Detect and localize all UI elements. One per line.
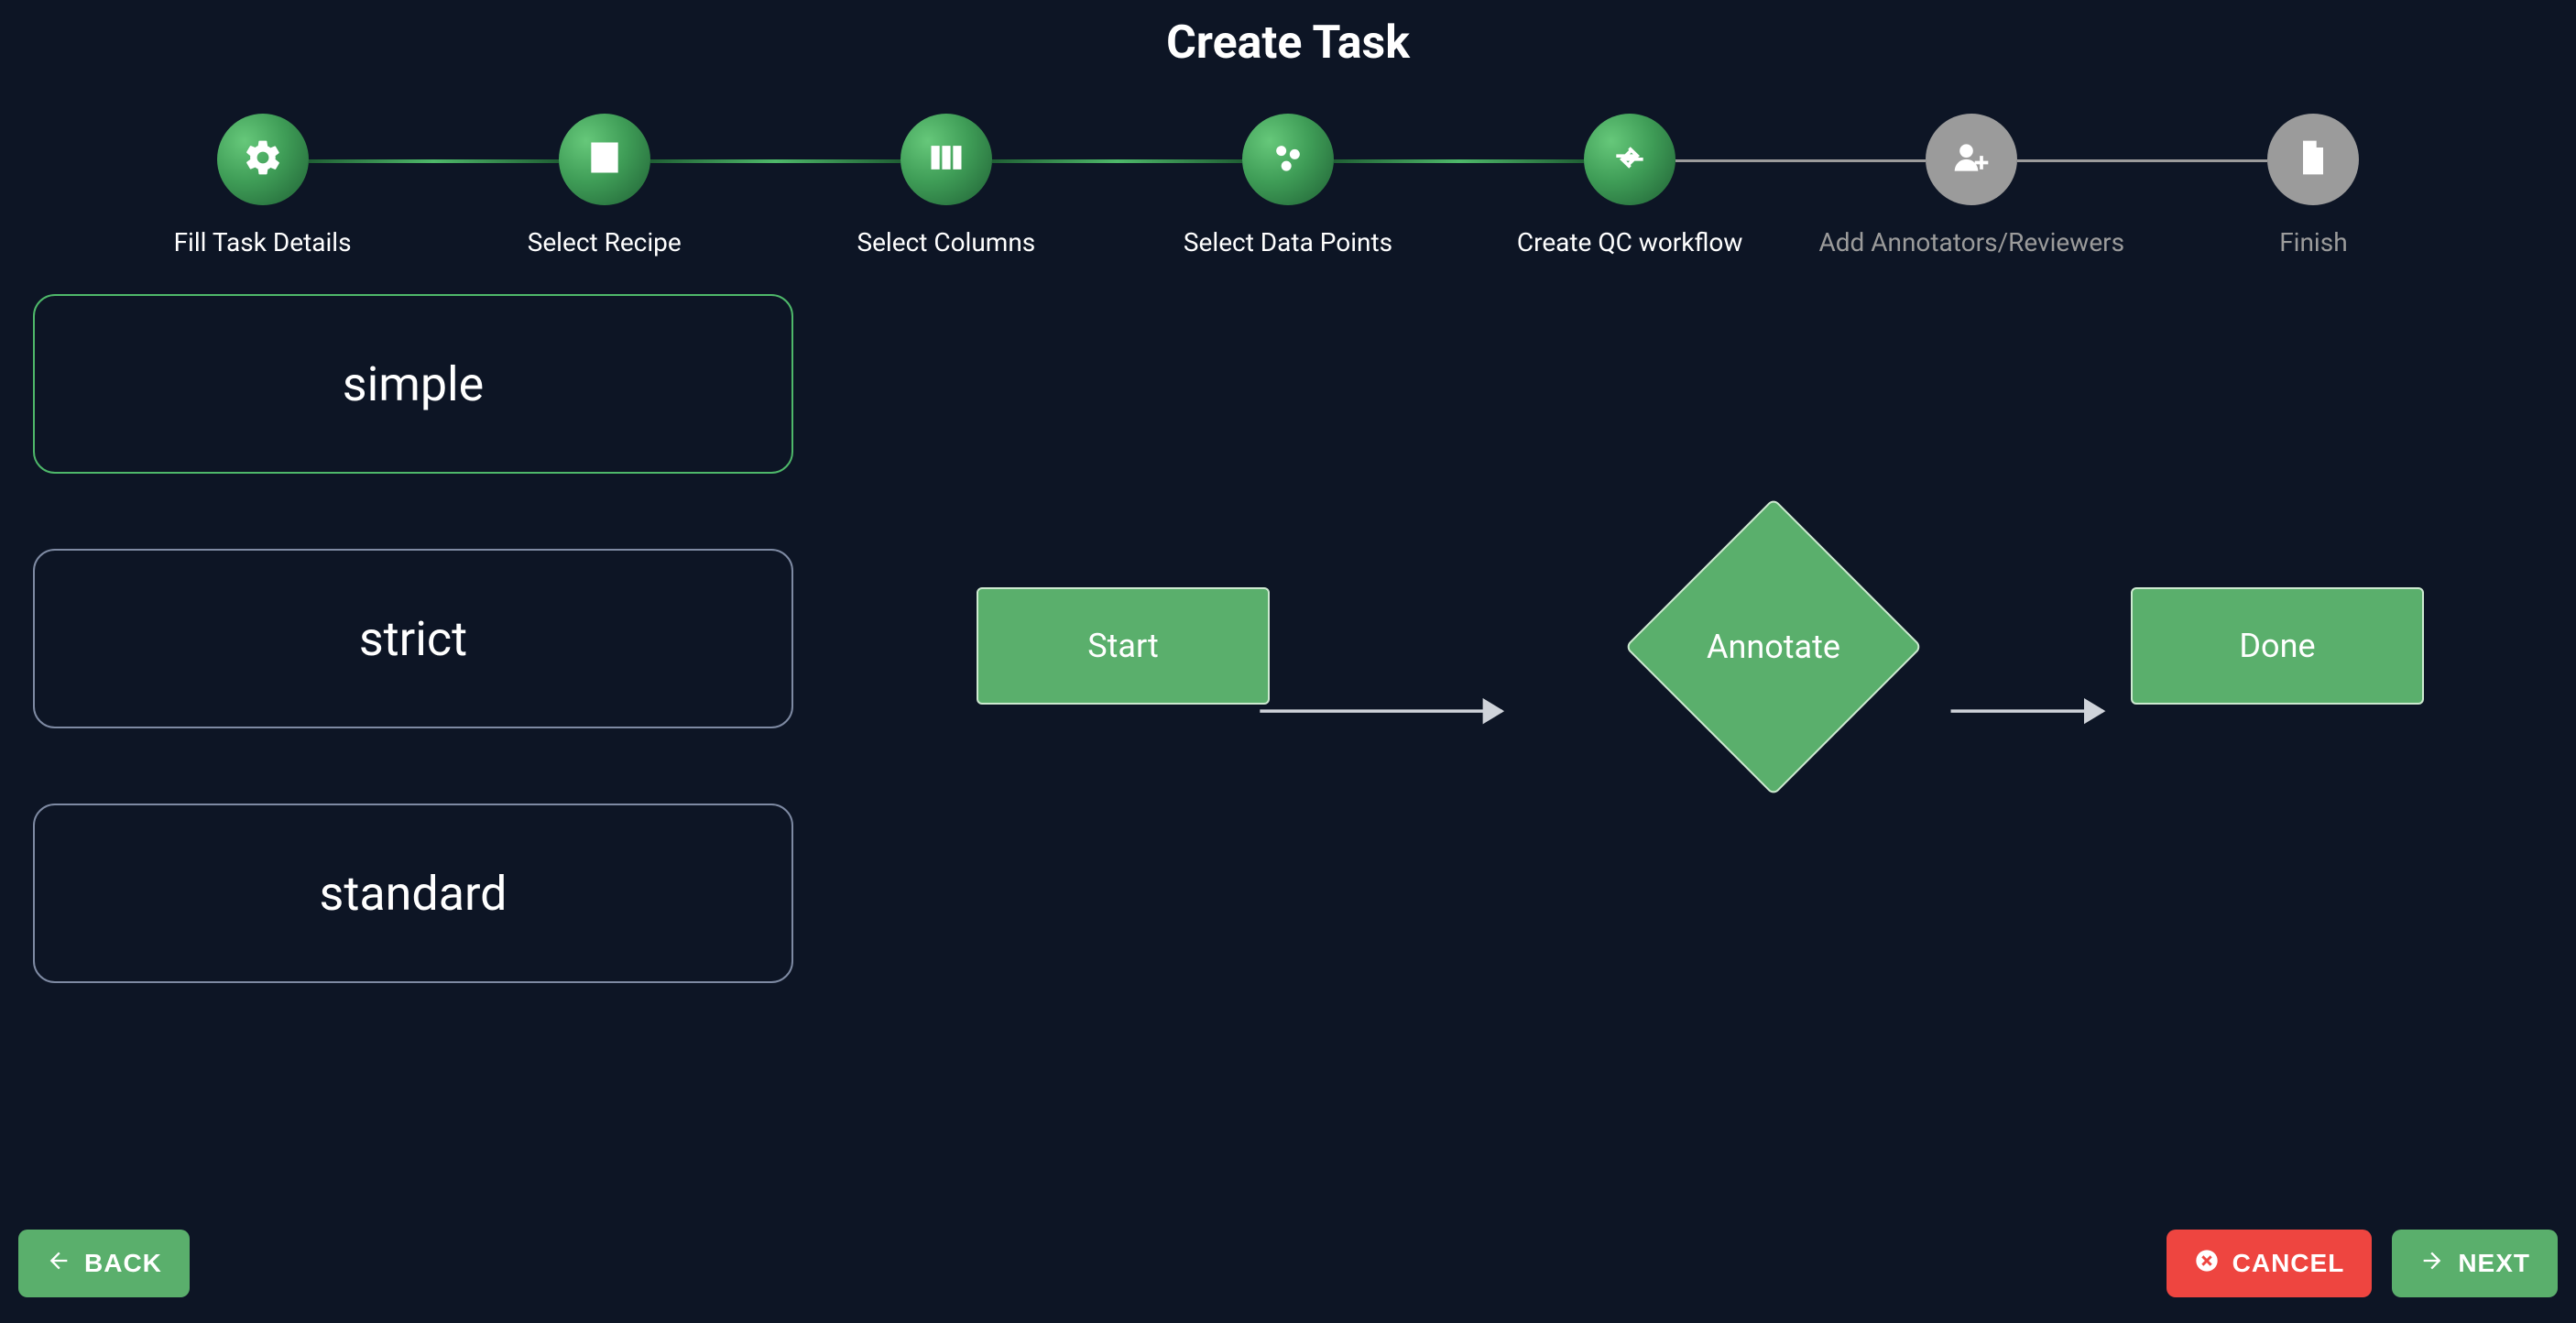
step-connector — [992, 159, 1242, 163]
step-label: Fill Task Details — [174, 227, 352, 257]
cancel-button[interactable]: CANCEL — [2167, 1230, 2373, 1297]
qc-options: simple strict standard — [33, 294, 793, 1269]
step-circle — [1242, 114, 1334, 205]
back-button-label: BACK — [84, 1249, 162, 1278]
step-circle — [559, 114, 650, 205]
workflow-preview: Start Annotate Done — [793, 294, 2543, 1269]
qc-option-standard[interactable]: standard — [33, 804, 793, 983]
step-connector — [1675, 159, 1926, 162]
step-finish[interactable]: Finish — [2143, 114, 2484, 257]
step-circle — [217, 114, 309, 205]
arrow-left-icon — [46, 1248, 71, 1280]
step-connector — [650, 159, 901, 163]
stepper: Fill Task Details Select Recipe Select C… — [0, 86, 2576, 294]
flow-node-label: Annotate — [1707, 628, 1840, 666]
scatter-icon — [1268, 137, 1308, 181]
step-circle — [1926, 114, 2017, 205]
flow-node-start[interactable]: Start — [977, 587, 1270, 705]
step-label: Add Annotators/Reviewers — [1818, 227, 2124, 257]
step-circle — [1584, 114, 1675, 205]
footer: BACK CANCEL NEXT — [0, 1230, 2576, 1297]
people-plus-icon — [1951, 137, 1992, 181]
step-add-annotators[interactable]: Add Annotators/Reviewers — [1801, 114, 2143, 257]
qc-option-simple[interactable]: simple — [33, 294, 793, 474]
flow-node-label: Start — [1087, 627, 1159, 665]
columns-icon — [926, 137, 966, 181]
next-button-label: NEXT — [2458, 1249, 2530, 1278]
document-icon — [2293, 137, 2333, 181]
arrow-right-icon — [2419, 1248, 2445, 1280]
list-icon — [584, 137, 625, 181]
step-fill-task-details[interactable]: Fill Task Details — [92, 114, 433, 257]
cancel-button-label: CANCEL — [2232, 1249, 2345, 1278]
flow-node-label: Done — [2239, 627, 2315, 665]
step-label: Select Data Points — [1184, 227, 1392, 257]
page: Create Task Fill Task Details Select Rec… — [0, 0, 2576, 1323]
gear-icon — [243, 137, 283, 181]
step-connector — [309, 159, 559, 163]
flow-edges — [793, 294, 2543, 1269]
step-label: Select Recipe — [528, 227, 682, 257]
qc-option-strict[interactable]: strict — [33, 549, 793, 728]
main-content: simple strict standard Start Annotate — [0, 294, 2576, 1269]
step-select-recipe[interactable]: Select Recipe — [433, 114, 775, 257]
step-connector — [1334, 159, 1584, 163]
cancel-icon — [2194, 1248, 2220, 1280]
step-label: Finish — [2279, 227, 2347, 257]
step-circle — [2267, 114, 2359, 205]
step-label: Create QC workflow — [1517, 227, 1743, 257]
page-title: Create Task — [0, 0, 2576, 86]
step-label: Select Columns — [857, 227, 1035, 257]
next-button[interactable]: NEXT — [2392, 1230, 2558, 1297]
step-circle — [901, 114, 992, 205]
arrows-icon — [1610, 137, 1650, 181]
step-select-columns[interactable]: Select Columns — [775, 114, 1117, 257]
step-connector — [2017, 159, 2267, 162]
flow-node-done[interactable]: Done — [2131, 587, 2424, 705]
step-select-data-points[interactable]: Select Data Points — [1117, 114, 1458, 257]
back-button[interactable]: BACK — [18, 1230, 190, 1297]
step-create-qc-workflow[interactable]: Create QC workflow — [1459, 114, 1801, 257]
spacer — [190, 1230, 2167, 1297]
